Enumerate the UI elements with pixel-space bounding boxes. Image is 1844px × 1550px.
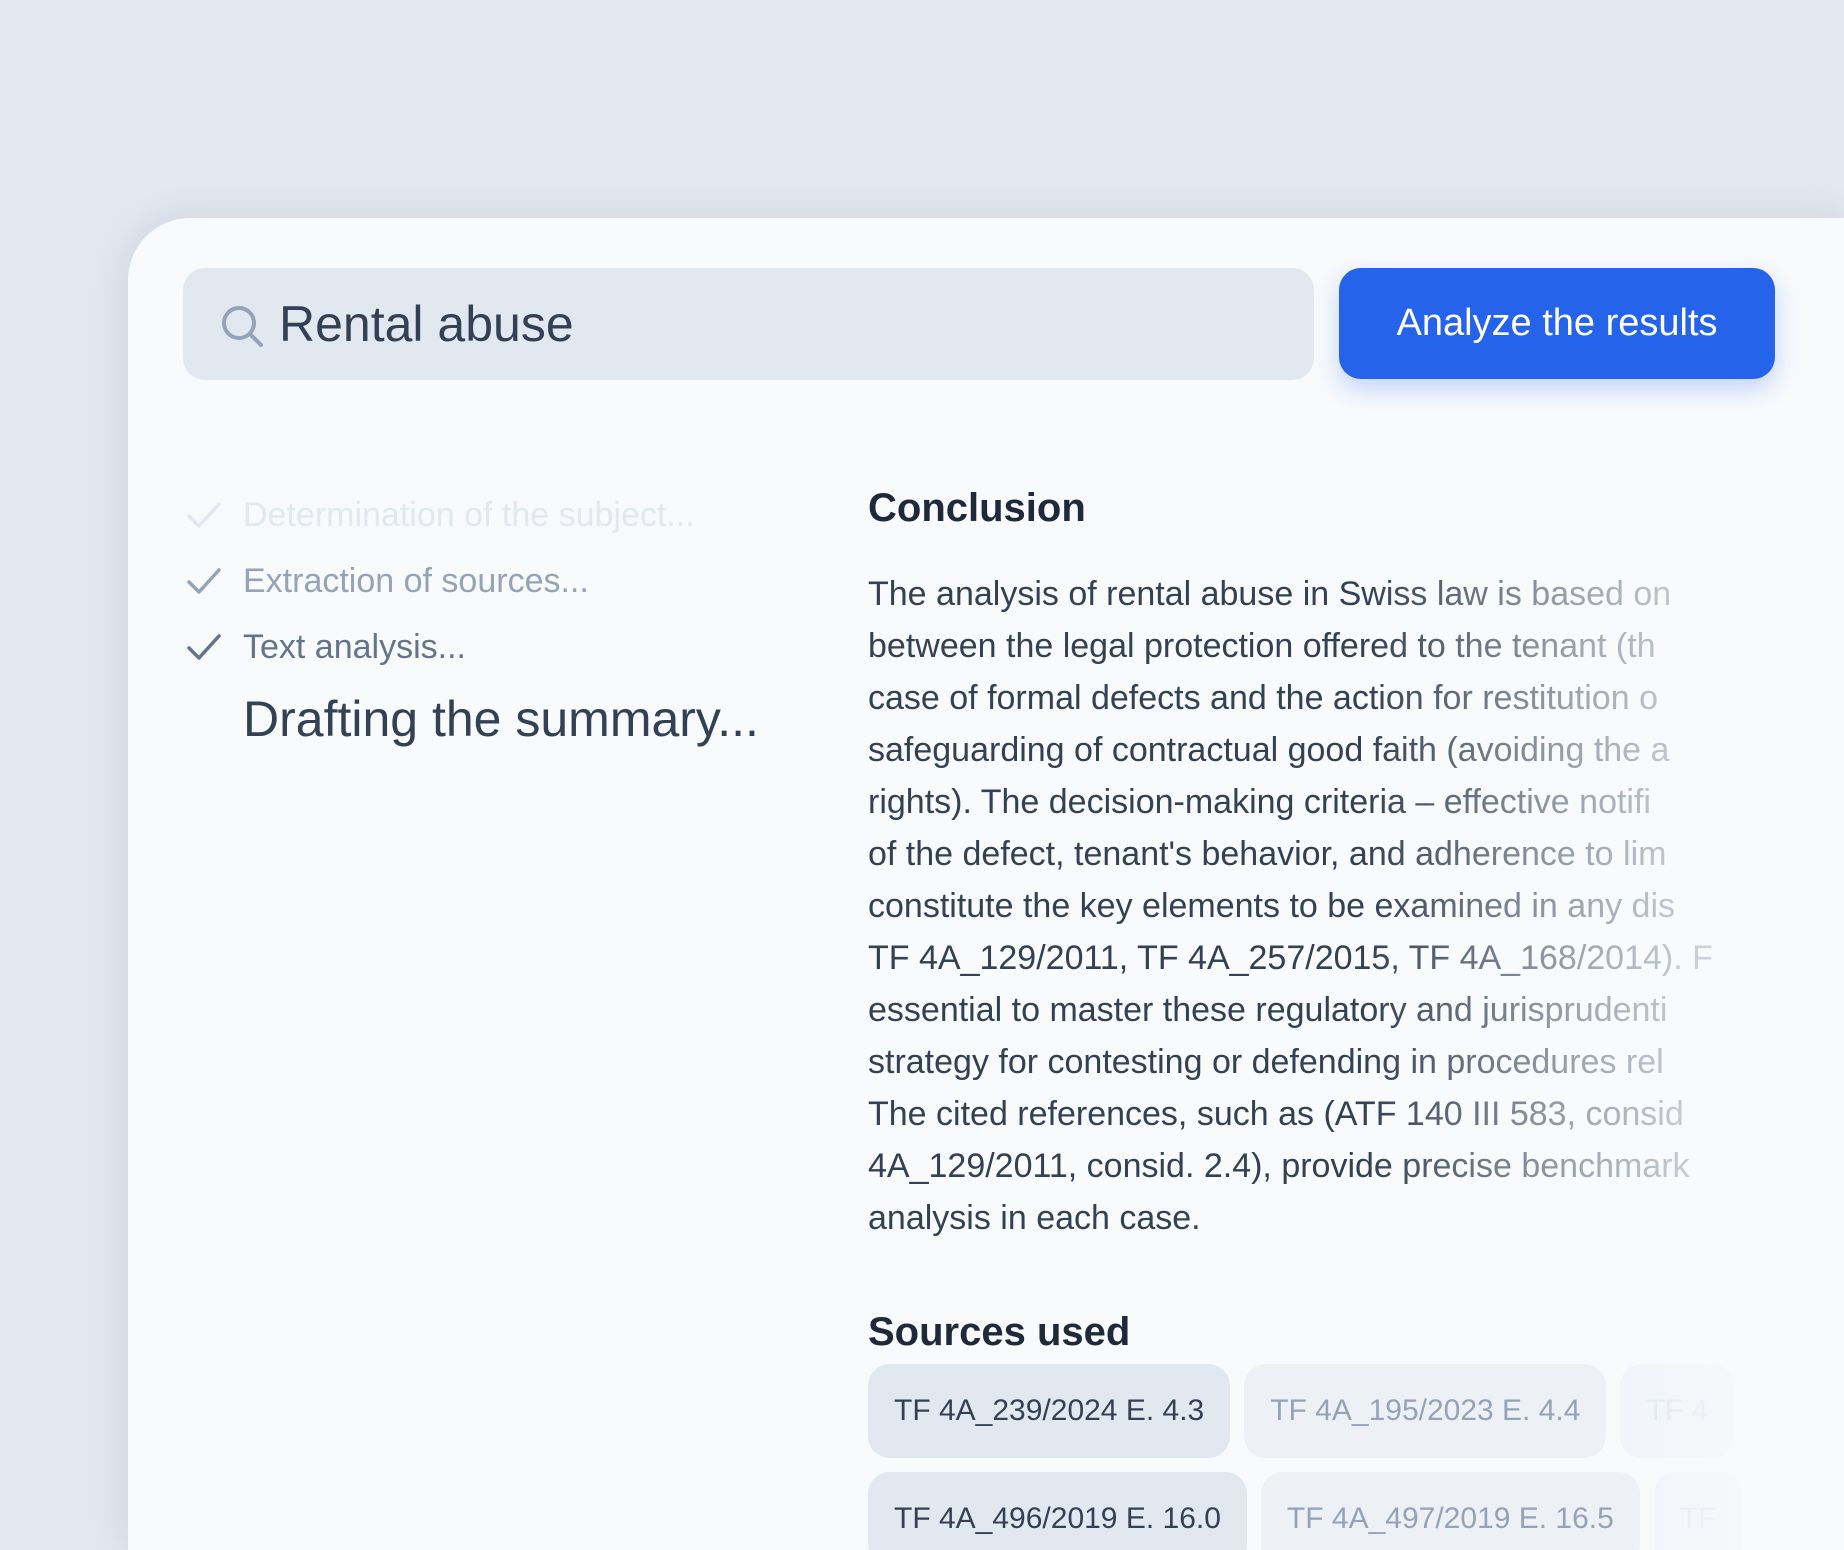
conclusion-line: 4A_129/2011, consid. 2.4), provide preci…: [868, 1147, 1690, 1185]
conclusion-line: constitute the key elements to be examin…: [868, 887, 1676, 925]
sources-row: TF 4A_239/2024 E. 4.3 TF 4A_195/2023 E. 4…: [868, 1364, 1748, 1458]
source-chip[interactable]: TF 4A_497/2019 E. 16.5: [1260, 1472, 1640, 1550]
conclusion-line: of the defect, tenant's behavior, and ad…: [868, 835, 1667, 873]
current-step: Drafting the summary...: [243, 691, 759, 747]
results-panel: Conclusion The analysis of rental abuse …: [868, 480, 1844, 1550]
step-label: Text analysis...: [243, 628, 466, 666]
step-label: Extraction of sources...: [243, 562, 589, 600]
source-chip[interactable]: TF 4A_195/2023 E. 4.4: [1244, 1364, 1607, 1458]
source-chip[interactable]: TF 4A_496/2019 E. 16.0: [868, 1472, 1247, 1550]
source-chip[interactable]: TF 4A_239/2024 E. 4.3: [868, 1364, 1231, 1458]
conclusion-line: The cited references, such as (ATF 140 I…: [868, 1095, 1684, 1133]
conclusion-line: rights). The decision-making criteria – …: [868, 783, 1651, 821]
search-query: Rental abuse: [279, 296, 574, 352]
conclusion-line: strategy for contesting or defending in …: [868, 1043, 1664, 1081]
check-icon: [187, 634, 221, 660]
step-label: Determination of the subject...: [243, 496, 695, 534]
conclusion-line: safeguarding of contractual good faith (…: [868, 731, 1670, 769]
check-icon: [187, 568, 221, 594]
search-input[interactable]: Rental abuse: [183, 268, 1314, 380]
sources-row: TF 4A_496/2019 E. 16.0 TF 4A_497/2019 E. …: [868, 1472, 1756, 1550]
analyze-results-button[interactable]: Analyze the results: [1339, 268, 1775, 379]
conclusion-text: The analysis of rental abuse in Swiss la…: [868, 568, 1844, 1244]
source-chip[interactable]: TF: [1653, 1472, 1743, 1550]
conclusion-title: Conclusion: [868, 486, 1086, 530]
source-chip[interactable]: TF 4: [1620, 1364, 1735, 1458]
conclusion-line: The analysis of rental abuse in Swiss la…: [868, 575, 1672, 613]
conclusion-line: case of formal defects and the action fo…: [868, 679, 1658, 717]
conclusion-line: TF 4A_129/2011, TF 4A_257/2015, TF 4A_16…: [868, 939, 1713, 977]
conclusion-line: analysis in each case.: [868, 1199, 1201, 1237]
conclusion-line: essential to master these regulatory and…: [868, 991, 1668, 1029]
sources-title: Sources used: [868, 1310, 1131, 1354]
conclusion-line: between the legal protection offered to …: [868, 627, 1656, 665]
check-icon: [187, 502, 221, 528]
search-icon: [222, 306, 263, 347]
